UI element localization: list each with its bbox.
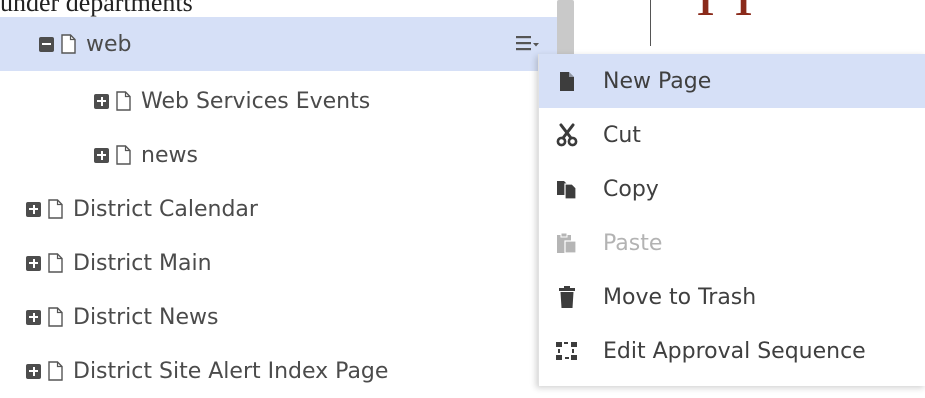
page-icon [48,307,63,327]
clipped-decorative-text: 1 1 [695,0,757,24]
tree-item-label: news [141,142,198,168]
menu-item-copy[interactable]: Copy [539,162,925,216]
tree-item-label: District Main [73,250,212,276]
tree-item-label: District News [73,304,219,330]
menu-item-label: Move to Trash [603,284,757,310]
vertical-divider [650,0,651,46]
page-icon [116,91,131,111]
expand-icon[interactable] [94,147,109,163]
expand-icon[interactable] [26,309,41,325]
tree-item-label: Web Services Events [141,88,371,114]
tree-item[interactable]: Web Services Events [0,74,370,128]
page-icon [116,145,131,165]
tree-item[interactable]: news [0,128,198,182]
copy-icon [556,177,578,201]
expand-icon[interactable] [26,363,41,379]
item-actions-menu-button[interactable] [515,30,545,56]
menu-item-label: Edit Approval Sequence [603,338,866,364]
expand-icon[interactable] [26,255,41,271]
tree-item-label: District Site Alert Index Page [73,358,389,384]
expand-icon[interactable] [26,201,41,217]
menu-item-paste[interactable]: Paste [539,216,925,270]
context-menu: New Page Cut Copy Paste Move to Trash Ed… [538,54,925,386]
menu-item-cut[interactable]: Cut [539,108,925,162]
hamburger-dropdown-icon [516,36,539,51]
collapse-icon[interactable] [39,36,54,52]
page-icon [48,199,63,219]
expand-icon[interactable] [94,93,109,109]
scissors-icon [556,123,578,147]
menu-item-new-page[interactable]: New Page [539,54,925,108]
menu-item-move-to-trash[interactable]: Move to Trash [539,270,925,324]
tree-item[interactable]: District Main [0,236,212,290]
menu-item-label: Copy [603,176,659,202]
tree-item[interactable]: District Site Alert Index Page [0,344,388,398]
menu-item-label: New Page [603,68,712,94]
tree-item-web[interactable]: web [0,17,557,71]
page-icon [48,361,63,381]
tree-item[interactable]: District Calendar [0,182,258,236]
page-icon [61,34,76,54]
page-icon [48,253,63,273]
menu-item-label: Cut [603,122,641,148]
tree-item[interactable]: District News [0,290,218,344]
menu-item-label: Paste [603,230,663,256]
paste-icon [556,231,578,255]
new-page-icon [556,69,578,93]
tree-item-label: web [86,31,132,57]
tree-item-label: District Calendar [73,196,258,222]
approval-sequence-icon [556,339,578,363]
menu-item-edit-approval-sequence[interactable]: Edit Approval Sequence [539,324,925,378]
clipped-heading-text: under departments [0,0,193,17]
trash-icon [556,285,578,309]
